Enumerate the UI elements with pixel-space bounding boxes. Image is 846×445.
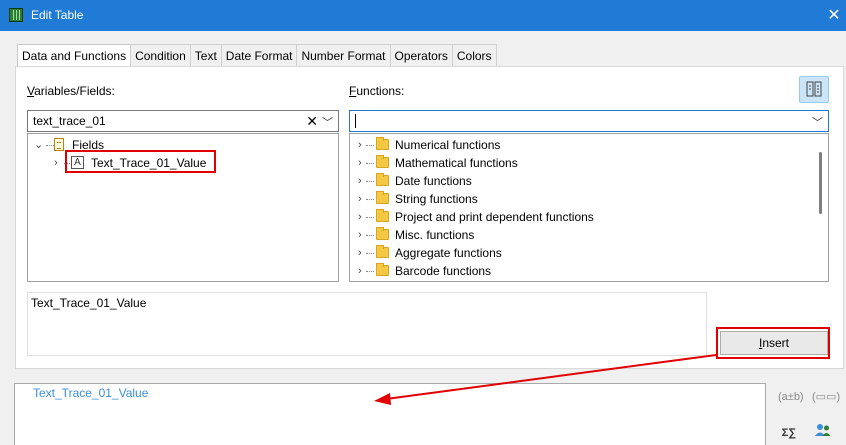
annotation-arrow [374, 354, 717, 405]
